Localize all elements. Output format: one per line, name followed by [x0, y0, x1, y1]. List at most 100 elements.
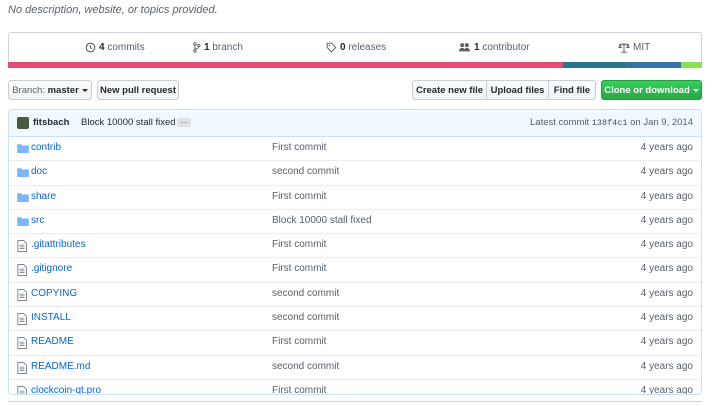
branch-name: master: [47, 85, 79, 96]
commit-age: 4 years ago: [640, 190, 693, 202]
commit-sha[interactable]: 138f4c1: [592, 118, 628, 128]
law-icon: [618, 42, 630, 53]
table-row: INSTALL second commit 4 years ago: [9, 306, 701, 330]
language-segment[interactable]: [563, 62, 626, 68]
commit-age: 4 years ago: [640, 312, 693, 324]
commit-message-link[interactable]: First commit: [272, 239, 326, 250]
file-name-link[interactable]: clockcoin-qt.pro: [31, 385, 101, 394]
language-segment[interactable]: [681, 62, 702, 68]
file-name-link[interactable]: contrib: [31, 142, 61, 153]
file-text-icon: [17, 313, 27, 328]
file-text-icon: [17, 288, 27, 304]
commit-age: 4 years ago: [640, 142, 693, 153]
table-row: clockcoin-qt.pro First commit 4 years ago: [9, 378, 701, 394]
commit-message-link[interactable]: second commit: [272, 288, 339, 299]
language-segment[interactable]: [625, 62, 682, 68]
branch-icon: [193, 42, 201, 53]
folder-icon: [17, 192, 29, 205]
clone-or-download-button[interactable]: Clone or download: [601, 80, 702, 100]
file-name-link[interactable]: .gitattributes: [31, 239, 85, 250]
file-name-link[interactable]: .gitignore: [31, 263, 72, 274]
table-row: share First commit 4 years ago: [9, 184, 701, 209]
commit-age: 4 years ago: [640, 263, 693, 275]
tag-icon: [326, 42, 337, 53]
commits-link[interactable]: 4 commits: [85, 33, 145, 63]
commit-message-link[interactable]: second commit: [272, 166, 339, 177]
avatar[interactable]: [17, 117, 29, 129]
people-icon: [459, 43, 470, 52]
file-name-link[interactable]: INSTALL: [31, 312, 71, 323]
branch-link[interactable]: 1 branch: [192, 33, 243, 63]
commits-count: 4: [99, 42, 105, 53]
language-segment[interactable]: [8, 62, 564, 68]
contributors-link[interactable]: 1 contributor: [458, 33, 530, 63]
file-text-icon: [17, 240, 27, 255]
commit-age: 4 years ago: [640, 287, 693, 299]
table-row: doc second commit 4 years ago: [9, 160, 701, 184]
commit-age: 4 years ago: [640, 214, 693, 226]
folder-icon: [17, 216, 29, 229]
commit-message-link[interactable]: Block 10000 stall fixed: [272, 215, 372, 226]
new-pull-request-button[interactable]: New pull request: [97, 80, 179, 100]
file-table: fitsbach Block 10000 stall fixed … Lates…: [8, 109, 702, 395]
releases-link[interactable]: 0 releases: [326, 33, 386, 63]
commit-message-link[interactable]: First commit: [272, 263, 326, 274]
latest-commit-info: Latest commit 138f4c1 on Jan 9, 2014: [530, 117, 693, 128]
releases-label: releases: [348, 42, 387, 53]
branch-label: branch: [212, 42, 243, 53]
file-name-link[interactable]: src: [31, 215, 44, 226]
commit-message-link[interactable]: First commit: [272, 191, 326, 202]
find-file-button[interactable]: Find file: [549, 80, 596, 100]
table-row: COPYING second commit 4 years ago: [9, 281, 701, 306]
table-row: .gitignore First commit 4 years ago: [9, 257, 701, 281]
commit-age: 4 years ago: [640, 166, 693, 178]
commit-message-link[interactable]: First commit: [272, 385, 326, 394]
repo-description: No description, website, or topics provi…: [8, 4, 218, 16]
commit-age: 4 years ago: [640, 336, 693, 348]
contributor-label: contributor: [482, 42, 530, 53]
folder-icon: [17, 167, 29, 180]
create-new-file-button[interactable]: Create new file: [412, 80, 487, 100]
commit-message-link[interactable]: second commit: [272, 312, 339, 323]
commit-age: 4 years ago: [640, 360, 693, 372]
commit-author[interactable]: fitsbach: [33, 117, 69, 128]
commit-message-link[interactable]: First commit: [272, 142, 326, 153]
file-name-link[interactable]: COPYING: [31, 288, 77, 299]
latest-commit-prefix: Latest commit: [530, 117, 590, 128]
file-list: contrib First commit 4 years ago doc second …: [9, 137, 701, 394]
file-name-link[interactable]: doc: [31, 166, 47, 177]
license-link[interactable]: MIT: [618, 33, 650, 63]
folder-icon: [17, 143, 29, 156]
caret-down-icon: [81, 88, 88, 92]
file-text-icon: [17, 361, 27, 377]
commit-message-link[interactable]: First commit: [272, 336, 326, 347]
table-row: src Block 10000 stall fixed 4 years ago: [9, 208, 701, 233]
file-name-link[interactable]: share: [31, 191, 56, 202]
branch-prefix: Branch:: [12, 85, 45, 96]
table-row: .gitattributes First commit 4 years ago: [9, 233, 701, 257]
history-icon: [85, 42, 96, 53]
file-text-icon: [17, 264, 27, 279]
file-text-icon: [17, 337, 27, 352]
table-row: README First commit 4 years ago: [9, 330, 701, 354]
upload-files-button[interactable]: Upload files: [487, 80, 549, 100]
table-row: contrib First commit 4 years ago: [9, 137, 701, 160]
clone-label: Clone or download: [604, 85, 690, 96]
commit-date: on Jan 9, 2014: [630, 117, 693, 128]
commits-label: commits: [107, 42, 145, 53]
expand-commit-button[interactable]: …: [177, 117, 191, 127]
file-text-icon: [17, 386, 27, 394]
license-label: MIT: [633, 42, 651, 53]
language-bar[interactable]: [8, 62, 702, 68]
branch-count: 1: [204, 42, 210, 53]
latest-commit-bar: fitsbach Block 10000 stall fixed … Lates…: [9, 110, 701, 137]
contributor-count: 1: [474, 42, 480, 53]
commit-message-link[interactable]: second commit: [272, 361, 339, 372]
branch-select-button[interactable]: Branch: master: [8, 80, 92, 100]
commit-age: 4 years ago: [640, 239, 693, 251]
file-name-link[interactable]: README: [31, 336, 74, 347]
commit-message[interactable]: Block 10000 stall fixed: [81, 117, 176, 128]
table-row: README.md second commit 4 years ago: [9, 354, 701, 379]
releases-count: 0: [340, 42, 346, 53]
file-name-link[interactable]: README.md: [31, 361, 90, 372]
